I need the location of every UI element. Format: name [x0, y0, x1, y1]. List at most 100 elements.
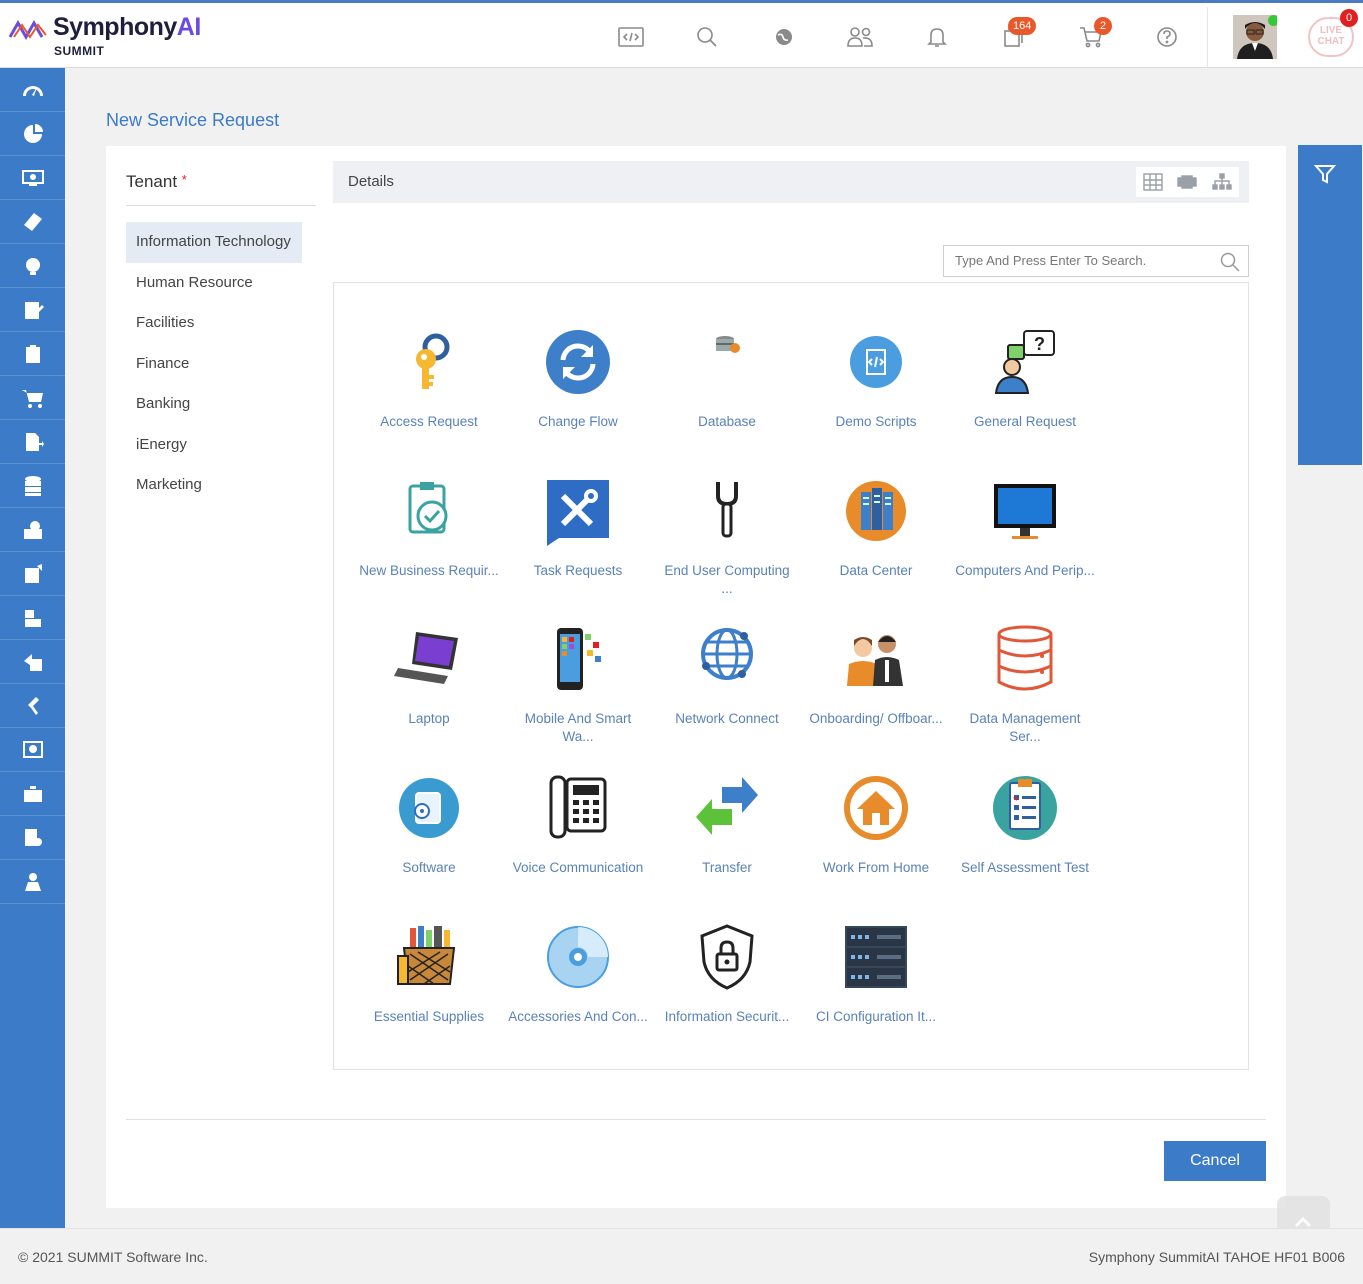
catalog-item[interactable]: Transfer [657, 773, 797, 913]
grid-view-icon[interactable] [1143, 173, 1163, 191]
users-icon[interactable] [845, 23, 875, 51]
catalog-item[interactable]: Accessories And Con... [508, 922, 648, 1062]
script-icon [841, 327, 911, 397]
sidebar-item-database[interactable] [0, 464, 65, 508]
sidebar-item-changes[interactable] [0, 596, 65, 640]
catalog-item[interactable]: Task Requests [508, 476, 648, 616]
tenant-item[interactable]: Human Resource [126, 263, 302, 304]
catalog-item[interactable]: Work From Home [806, 773, 946, 913]
live-chat-button[interactable]: LIVE CHAT 0 [1308, 9, 1358, 57]
search-input[interactable] [955, 253, 1215, 268]
cart-icon[interactable]: 2 [1076, 17, 1112, 51]
sidebar-item-forms[interactable] [0, 288, 65, 332]
details-bar: Details [333, 161, 1249, 203]
catalog-item[interactable]: Onboarding/ Offboar... [806, 624, 946, 764]
svg-text:?: ? [1034, 334, 1045, 354]
catalog-item-label: Mobile And Smart Wa... [524, 711, 632, 744]
catalog-item[interactable]: Data Management Ser... [955, 624, 1095, 764]
catalog-item[interactable]: Laptop [359, 624, 499, 764]
server-rack-icon [841, 476, 911, 546]
tenant-item[interactable]: Marketing [126, 465, 302, 506]
catalog-item[interactable]: Database [657, 327, 797, 467]
tree-view-icon[interactable] [1212, 173, 1232, 191]
sidebar-item-reports[interactable] [0, 112, 65, 156]
tenant-item[interactable]: iEnergy [126, 425, 302, 466]
bell-icon[interactable] [922, 23, 952, 51]
globe-icon[interactable] [769, 23, 799, 51]
card-view-icon[interactable] [1177, 173, 1198, 191]
catalog-item-label: Task Requests [533, 563, 623, 578]
tasks-icon[interactable]: 164 [998, 17, 1037, 51]
tenant-item[interactable]: Banking [126, 384, 302, 425]
catalog-item-label: Laptop [408, 711, 450, 726]
gauge-icon [22, 85, 43, 96]
database-small-icon [692, 327, 762, 397]
basket-icon [394, 922, 464, 992]
sidebar [0, 68, 65, 1228]
catalog-item[interactable]: ? General Request [955, 327, 1095, 467]
monitor-icon [990, 476, 1060, 546]
catalog-item[interactable]: End User Computing ... [657, 476, 797, 616]
sidebar-item-dashboard[interactable] [0, 68, 65, 112]
people-icon [841, 624, 911, 694]
sidebar-item-tickets[interactable] [0, 200, 65, 244]
catalog-item[interactable]: Demo Scripts [806, 327, 946, 467]
catalog-item[interactable]: CI Configuration It... [806, 922, 946, 1062]
catalog-item[interactable]: Network Connect [657, 624, 797, 764]
server-stack-icon [841, 922, 911, 992]
filter-tab[interactable] [1298, 145, 1362, 465]
details-label: Details [348, 173, 394, 190]
checklist-icon [990, 773, 1060, 843]
avatar[interactable] [1233, 15, 1277, 59]
catalog-item[interactable]: Data Center [806, 476, 946, 616]
catalog-item-label: Software [402, 860, 456, 875]
catalog-item[interactable]: Access Request [359, 327, 499, 467]
pie-chart-icon [23, 123, 43, 143]
catalog-item[interactable]: Self Assessment Test [955, 773, 1095, 913]
catalog-item[interactable]: New Business Requir... [359, 476, 499, 616]
sidebar-item-work[interactable] [0, 772, 65, 816]
catalog-item-label: Network Connect [675, 711, 779, 726]
catalog-item[interactable]: Computers And Perip... [955, 476, 1095, 616]
catalog-item[interactable]: Mobile And Smart Wa... [508, 624, 648, 764]
search-icon[interactable] [1220, 252, 1240, 277]
tenant-heading: Tenant * [126, 172, 187, 191]
logo-wave-icon [8, 19, 47, 41]
copyright: © 2021 SUMMIT Software Inc. [18, 1249, 208, 1265]
catalog-item[interactable]: Software [359, 773, 499, 913]
tenant-item[interactable]: Finance [126, 344, 302, 385]
doc-export-icon [25, 432, 44, 451]
sidebar-item-checklist[interactable] [0, 332, 65, 376]
online-indicator [1268, 15, 1277, 26]
catalog-item[interactable]: Essential Supplies [359, 922, 499, 1062]
home-icon [841, 773, 911, 843]
edit-doc-icon [24, 301, 44, 319]
catalog-item[interactable]: Information Securit... [657, 922, 797, 1062]
sidebar-item-profile[interactable] [0, 860, 65, 904]
shield-lock-icon [692, 922, 762, 992]
sidebar-item-monitor[interactable] [0, 728, 65, 772]
sidebar-item-cart[interactable] [0, 376, 65, 420]
sidebar-item-assets[interactable] [0, 508, 65, 552]
catalog-item[interactable]: Voice Communication [508, 773, 648, 913]
sidebar-item-release[interactable] [0, 640, 65, 684]
help-icon[interactable] [1152, 23, 1182, 51]
sidebar-item-policy[interactable] [0, 816, 65, 860]
catalog-item[interactable]: Change Flow [508, 327, 648, 467]
code-icon[interactable] [616, 23, 646, 51]
sidebar-item-catalog[interactable] [0, 156, 65, 200]
hammer-icon [27, 696, 39, 715]
tenant-item[interactable]: Information Technology [126, 222, 302, 263]
sidebar-item-notes[interactable] [0, 552, 65, 596]
search-icon[interactable] [692, 23, 722, 51]
tenant-item[interactable]: Facilities [126, 303, 302, 344]
cancel-button[interactable]: Cancel [1164, 1141, 1266, 1181]
symphonyai-logo[interactable]: SymphonyAI SUMMIT [8, 11, 208, 61]
version-label: Symphony SummitAI TAHOE HF01 B006 [1088, 1249, 1345, 1265]
sidebar-item-support[interactable] [0, 244, 65, 288]
sidebar-item-knowledge[interactable] [0, 684, 65, 728]
change-icon [24, 609, 41, 627]
sidebar-item-export[interactable] [0, 420, 65, 464]
divider [126, 1119, 1266, 1120]
catalog-item-label: Voice Communication [512, 860, 644, 875]
